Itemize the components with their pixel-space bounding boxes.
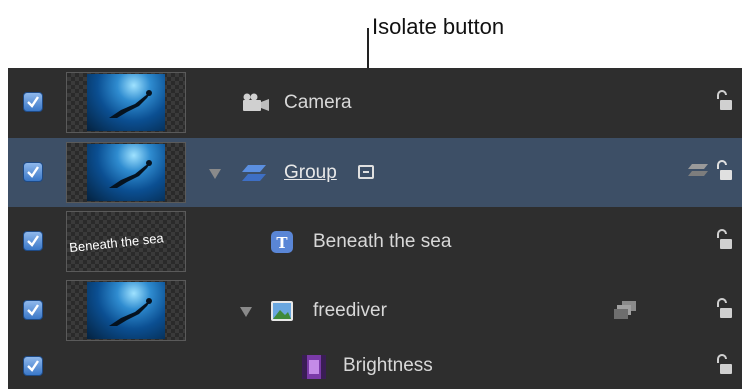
group-icon xyxy=(240,162,268,189)
filter-stack-icon xyxy=(613,300,639,325)
image-layer-icon xyxy=(270,300,294,327)
layers-list: Camera Group Beneath the sea T Beneath t… xyxy=(8,68,742,389)
layer-name[interactable]: Group xyxy=(284,162,337,184)
unlock-icon[interactable] xyxy=(715,229,733,256)
unlock-icon[interactable] xyxy=(715,298,733,325)
freediver-photo xyxy=(87,74,165,131)
text-layer-icon: T xyxy=(270,230,294,259)
camera-icon xyxy=(241,92,271,119)
layer-row-camera[interactable]: Camera xyxy=(8,68,742,139)
svg-text:T: T xyxy=(276,234,288,252)
layer-thumbnail xyxy=(66,142,186,203)
layer-row-brightness[interactable]: Brightness xyxy=(8,346,742,389)
layer-name: Camera xyxy=(284,92,352,113)
layer-name: Brightness xyxy=(343,355,433,376)
activation-checkbox[interactable] xyxy=(23,162,43,182)
layer-stack-icon xyxy=(688,162,710,185)
freediver-photo xyxy=(87,282,165,339)
filter-icon xyxy=(301,354,327,385)
layer-thumbnail: Beneath the sea xyxy=(66,211,186,272)
layer-row-text[interactable]: Beneath the sea T Beneath the sea xyxy=(8,207,742,277)
activation-checkbox[interactable] xyxy=(23,356,43,376)
isolate-button-callout: Isolate button xyxy=(372,14,505,39)
unlock-icon[interactable] xyxy=(715,90,733,117)
activation-checkbox[interactable] xyxy=(23,300,43,320)
unlock-icon[interactable] xyxy=(715,354,733,381)
layer-row-freediver[interactable]: freediver xyxy=(8,276,742,347)
activation-checkbox[interactable] xyxy=(23,231,43,251)
disclosure-triangle-icon[interactable] xyxy=(209,169,221,179)
layer-name: Beneath the sea xyxy=(313,231,452,252)
layer-thumbnail xyxy=(66,72,186,133)
text-thumbnail-preview: Beneath the sea xyxy=(68,230,165,256)
freediver-photo xyxy=(87,144,165,201)
layer-row-group[interactable]: Group xyxy=(8,138,742,208)
isolate-button[interactable] xyxy=(358,165,374,179)
layer-name: freediver xyxy=(313,300,387,321)
disclosure-triangle-icon[interactable] xyxy=(240,307,252,317)
activation-checkbox[interactable] xyxy=(23,92,43,112)
unlock-icon[interactable] xyxy=(715,160,733,187)
layer-thumbnail xyxy=(66,280,186,341)
